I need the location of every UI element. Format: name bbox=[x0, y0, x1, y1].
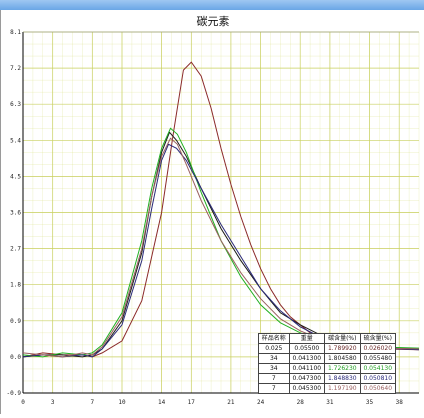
cell-weight: 0.045300 bbox=[288, 383, 326, 394]
header-weight: 重量 bbox=[288, 333, 326, 344]
header-sample-name: 样品名称 bbox=[258, 333, 290, 344]
results-table-header-row: 样品名称 重量 碳含量(%) 硫含量(%) bbox=[258, 333, 397, 344]
results-table-row: 7 0.047300 1.848830 0.050810 bbox=[258, 373, 397, 384]
cell-weight: 0.047300 bbox=[288, 373, 326, 384]
x-tick-label: 10 bbox=[118, 399, 126, 406]
x-tick-label: 17 bbox=[188, 399, 196, 406]
y-tick-label: 0.9 bbox=[10, 318, 21, 325]
cell-sulfur: 0.026020 bbox=[359, 343, 397, 354]
y-tick-label: 2.7 bbox=[10, 246, 21, 253]
x-tick-label: 35 bbox=[366, 399, 374, 406]
cell-carbon: 1.726230 bbox=[324, 363, 361, 374]
cell-sample-name: 7 bbox=[258, 383, 290, 394]
cell-weight: 0.041300 bbox=[288, 353, 326, 364]
y-tick-label: 4.5 bbox=[10, 173, 21, 180]
cell-sample-name: 34 bbox=[258, 353, 290, 364]
cell-sample-name: 7 bbox=[258, 373, 290, 384]
header-carbon: 碳含量(%) bbox=[324, 333, 361, 344]
cell-sulfur: 0.055480 bbox=[359, 353, 397, 364]
x-tick-label: 38 bbox=[396, 399, 404, 406]
cell-carbon: 1.789920 bbox=[324, 343, 361, 354]
y-tick-label: 7.2 bbox=[10, 65, 21, 72]
cell-carbon: 1.197190 bbox=[324, 383, 361, 394]
x-tick-label: 24 bbox=[257, 399, 265, 406]
header-sulfur: 硫含量(%) bbox=[359, 333, 397, 344]
y-tick-label: 5.4 bbox=[10, 137, 21, 144]
x-tick-label: 21 bbox=[227, 399, 235, 406]
results-table: 样品名称 重量 碳含量(%) 硫含量(%) 0.025 0.05500 1.7899… bbox=[258, 333, 397, 394]
cell-weight: 0.05500 bbox=[288, 343, 326, 354]
x-tick-label: 7 bbox=[90, 399, 94, 406]
x-tick-label: 31 bbox=[326, 399, 334, 406]
y-tick-label: 1.8 bbox=[10, 282, 21, 289]
chart-window: 碳元素 0 3 7 10 14 17 21 24 28 31 35 38 8.1 7.2 6.3 5.4 4.5… bbox=[0, 10, 424, 414]
x-tick-label: 0 bbox=[21, 399, 25, 406]
results-table-row: 7 0.045300 1.197190 0.050640 bbox=[258, 383, 397, 394]
results-table-row: 0.025 0.05500 1.789920 0.026020 bbox=[258, 343, 397, 354]
results-table-row: 34 0.041100 1.726230 0.054130 bbox=[258, 363, 397, 374]
y-tick-label: 3.6 bbox=[10, 210, 21, 217]
cell-weight: 0.041100 bbox=[288, 363, 326, 374]
cell-sulfur: 0.050810 bbox=[359, 373, 397, 384]
y-tick-label: 8.1 bbox=[10, 29, 21, 36]
x-tick-label: 3 bbox=[51, 399, 55, 406]
x-tick-label: 14 bbox=[158, 399, 166, 406]
cell-sulfur: 0.054130 bbox=[359, 363, 397, 374]
cell-sulfur: 0.050640 bbox=[359, 383, 397, 394]
x-tick-label: 28 bbox=[297, 399, 305, 406]
cell-carbon: 1.804580 bbox=[324, 353, 361, 364]
y-tick-label: 0.0 bbox=[10, 354, 21, 361]
results-table-row: 34 0.041300 1.804580 0.055480 bbox=[258, 353, 397, 364]
cell-sample-name: 0.025 bbox=[258, 343, 290, 354]
y-tick-label: -0.9 bbox=[7, 390, 22, 397]
chart-title: 碳元素 bbox=[196, 15, 230, 28]
cell-sample-name: 34 bbox=[258, 363, 290, 374]
cell-carbon: 1.848830 bbox=[324, 373, 361, 384]
y-tick-label: 6.3 bbox=[10, 101, 21, 108]
